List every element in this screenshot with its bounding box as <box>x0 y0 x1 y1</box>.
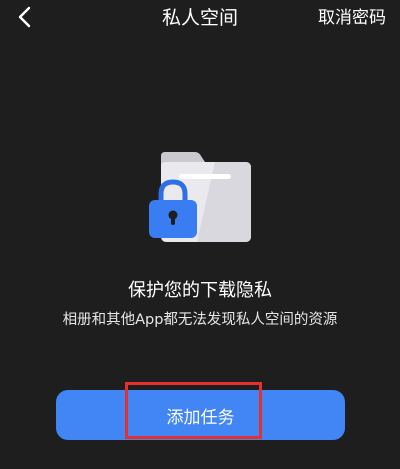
locked-folder-icon <box>145 152 255 244</box>
privacy-headline: 保护您的下载隐私 <box>128 280 272 301</box>
top-bar: 私人空间 取消密码 <box>0 0 400 36</box>
add-task-label: 添加任务 <box>166 407 235 428</box>
privacy-description: 相册和其他App都无法发现私人空间的资源 <box>62 312 338 328</box>
cancel-password-button[interactable]: 取消密码 <box>318 6 386 30</box>
add-task-button[interactable]: 添加任务 <box>56 390 345 440</box>
